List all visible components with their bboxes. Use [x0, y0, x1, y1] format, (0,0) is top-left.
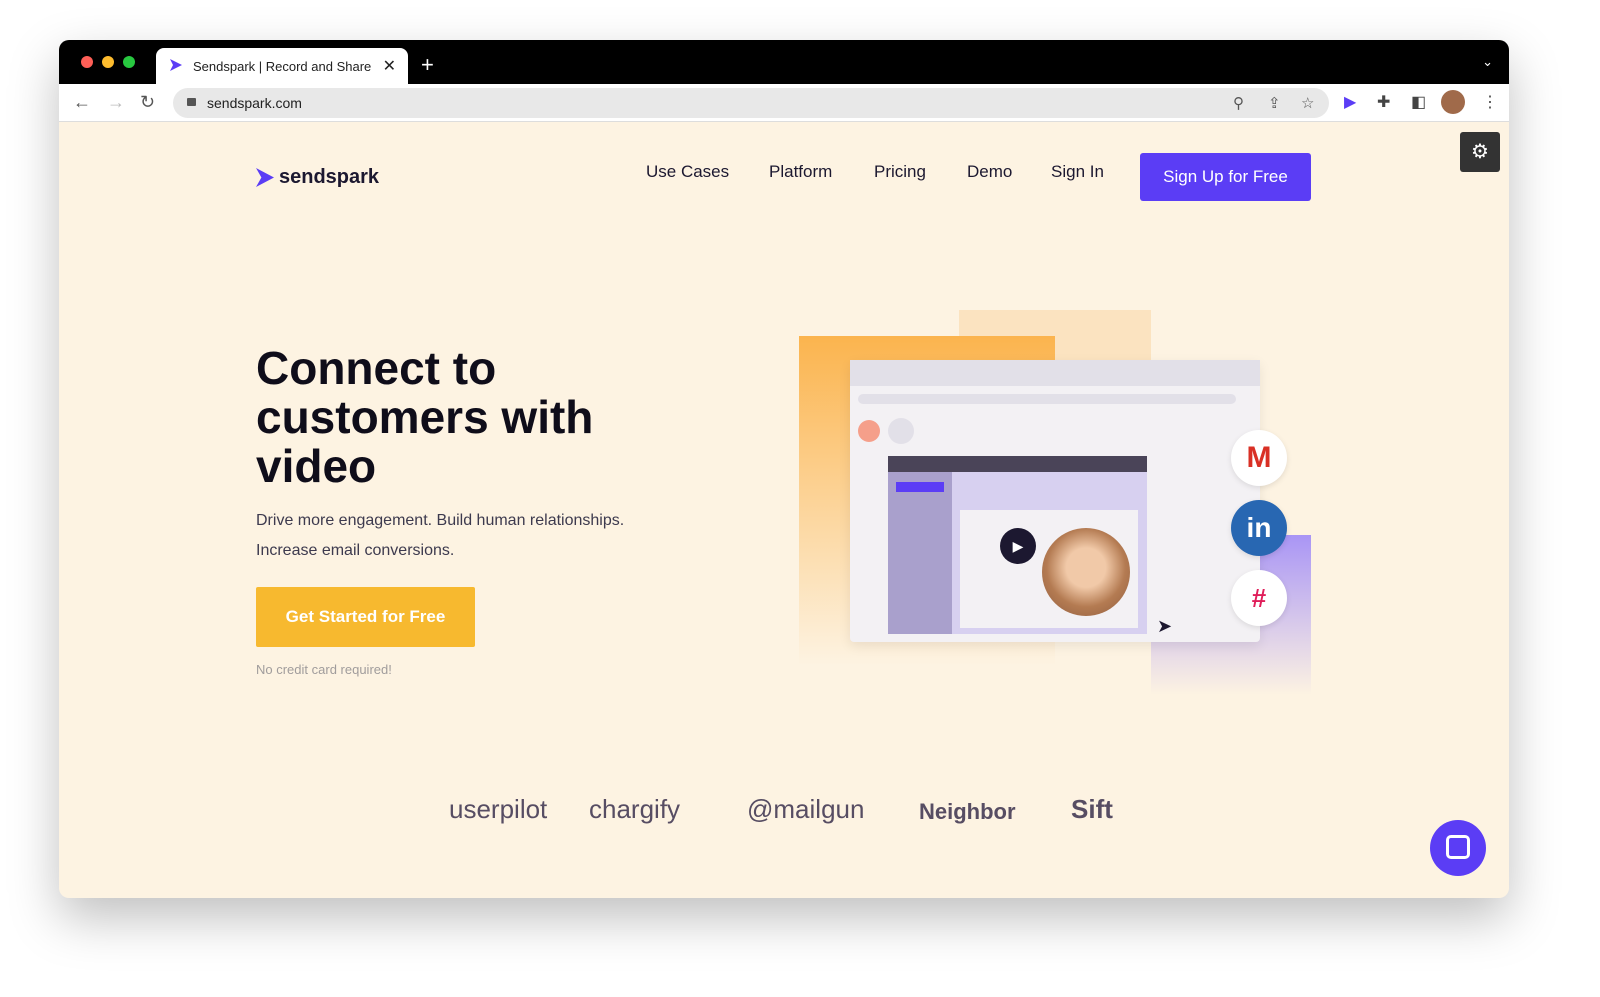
tab-title: Sendspark | Record and Share [193, 59, 372, 74]
chat-launcher-button[interactable] [1430, 820, 1486, 876]
browser-window: Sendspark | Record and Share ✕ + ⌄ ← → ↻… [59, 40, 1509, 898]
nav-pricing[interactable]: Pricing [874, 162, 926, 182]
linkedin-icon: in [1231, 500, 1287, 556]
reload-icon[interactable]: ↻ [140, 92, 155, 113]
logo-mark-icon [256, 168, 274, 187]
share-icon[interactable]: ⇪ [1268, 94, 1281, 112]
subtitle-line: Drive more engagement. Build human relat… [256, 512, 625, 529]
minimize-window-button[interactable] [102, 56, 114, 68]
app-sidebar [888, 472, 952, 634]
new-tab-button[interactable]: + [421, 52, 434, 78]
sendspark-extension-icon[interactable]: ▶ [1344, 92, 1356, 112]
tab-bar: Sendspark | Record and Share ✕ + ⌄ [59, 40, 1509, 84]
url-text: sendspark.com [207, 95, 302, 111]
logo-mailgun: @mailgun [747, 794, 865, 824]
hero-title: Connect to customers with video [256, 342, 594, 492]
profile-avatar[interactable] [1441, 90, 1465, 114]
forward-icon[interactable]: → [107, 92, 125, 113]
nav-sign-in[interactable]: Sign In [1051, 162, 1104, 182]
get-started-button[interactable]: Get Started for Free [256, 587, 475, 647]
menu-kebab-icon[interactable]: ⋮ [1482, 92, 1498, 112]
app-titlebar [888, 456, 1147, 472]
nav-use-cases[interactable]: Use Cases [646, 162, 729, 182]
hubspot-icon[interactable]: ⚙ [1460, 132, 1500, 172]
presenter-photo [1042, 528, 1130, 616]
app-sidebar-item [896, 482, 944, 492]
cursor-icon: ➤ [1157, 616, 1173, 636]
slack-icon: # [1231, 570, 1287, 626]
hero-subtitle: Drive more engagement. Build human relat… [256, 506, 624, 566]
close-tab-icon[interactable]: ✕ [383, 56, 396, 76]
browser-mockup: ▶ [850, 360, 1260, 642]
page: sendspark Use Cases Platform Pricing Dem… [59, 122, 1509, 898]
sendspark-favicon-icon [170, 59, 182, 71]
logo-sift: Sift [1071, 794, 1113, 824]
avatar-placeholder [888, 418, 914, 444]
browser-tab[interactable]: Sendspark | Record and Share ✕ [156, 48, 408, 84]
logo-neighbor: Neighbor [919, 799, 1016, 824]
chat-icon [1446, 835, 1470, 859]
zoom-icon[interactable]: ⚲ [1233, 94, 1244, 112]
nav-demo[interactable]: Demo [967, 162, 1012, 182]
side-panel-icon[interactable]: ◧ [1411, 92, 1426, 112]
bookmark-star-icon[interactable]: ☆ [1301, 94, 1314, 112]
sendspark-logo[interactable]: sendspark [256, 166, 379, 189]
close-window-button[interactable] [81, 56, 93, 68]
logo-text: sendspark [279, 166, 380, 188]
lock-icon [187, 98, 196, 106]
address-bar[interactable]: sendspark.com ⚲ ⇪ ☆ [173, 88, 1329, 118]
gmail-icon: M [1231, 430, 1287, 486]
mail-icon [858, 420, 880, 442]
logo-userpilot: userpilot [449, 794, 548, 824]
tab-search-chevron-icon[interactable]: ⌄ [1482, 54, 1493, 70]
logo-chargify: chargify [589, 794, 681, 824]
no-credit-card-note: No credit card required! [256, 662, 392, 677]
subtitle-line: Increase email conversions. [256, 542, 455, 559]
browser-toolbar: ← → ↻ sendspark.com ⚲ ⇪ ☆ ▶ ✚ ◧ ⋮ [59, 84, 1509, 122]
video-app-mockup: ▶ [888, 456, 1147, 634]
mockup-bar [858, 394, 1236, 404]
hero-illustration: ▶ M in # ➤ [799, 310, 1319, 700]
mockup-titlebar [850, 360, 1260, 386]
back-icon[interactable]: ← [73, 92, 91, 113]
nav-platform[interactable]: Platform [769, 162, 832, 182]
maximize-window-button[interactable] [123, 56, 135, 68]
play-icon: ▶ [1000, 528, 1036, 564]
extensions-puzzle-icon[interactable]: ✚ [1377, 92, 1390, 112]
sign-up-button[interactable]: Sign Up for Free [1140, 153, 1311, 201]
